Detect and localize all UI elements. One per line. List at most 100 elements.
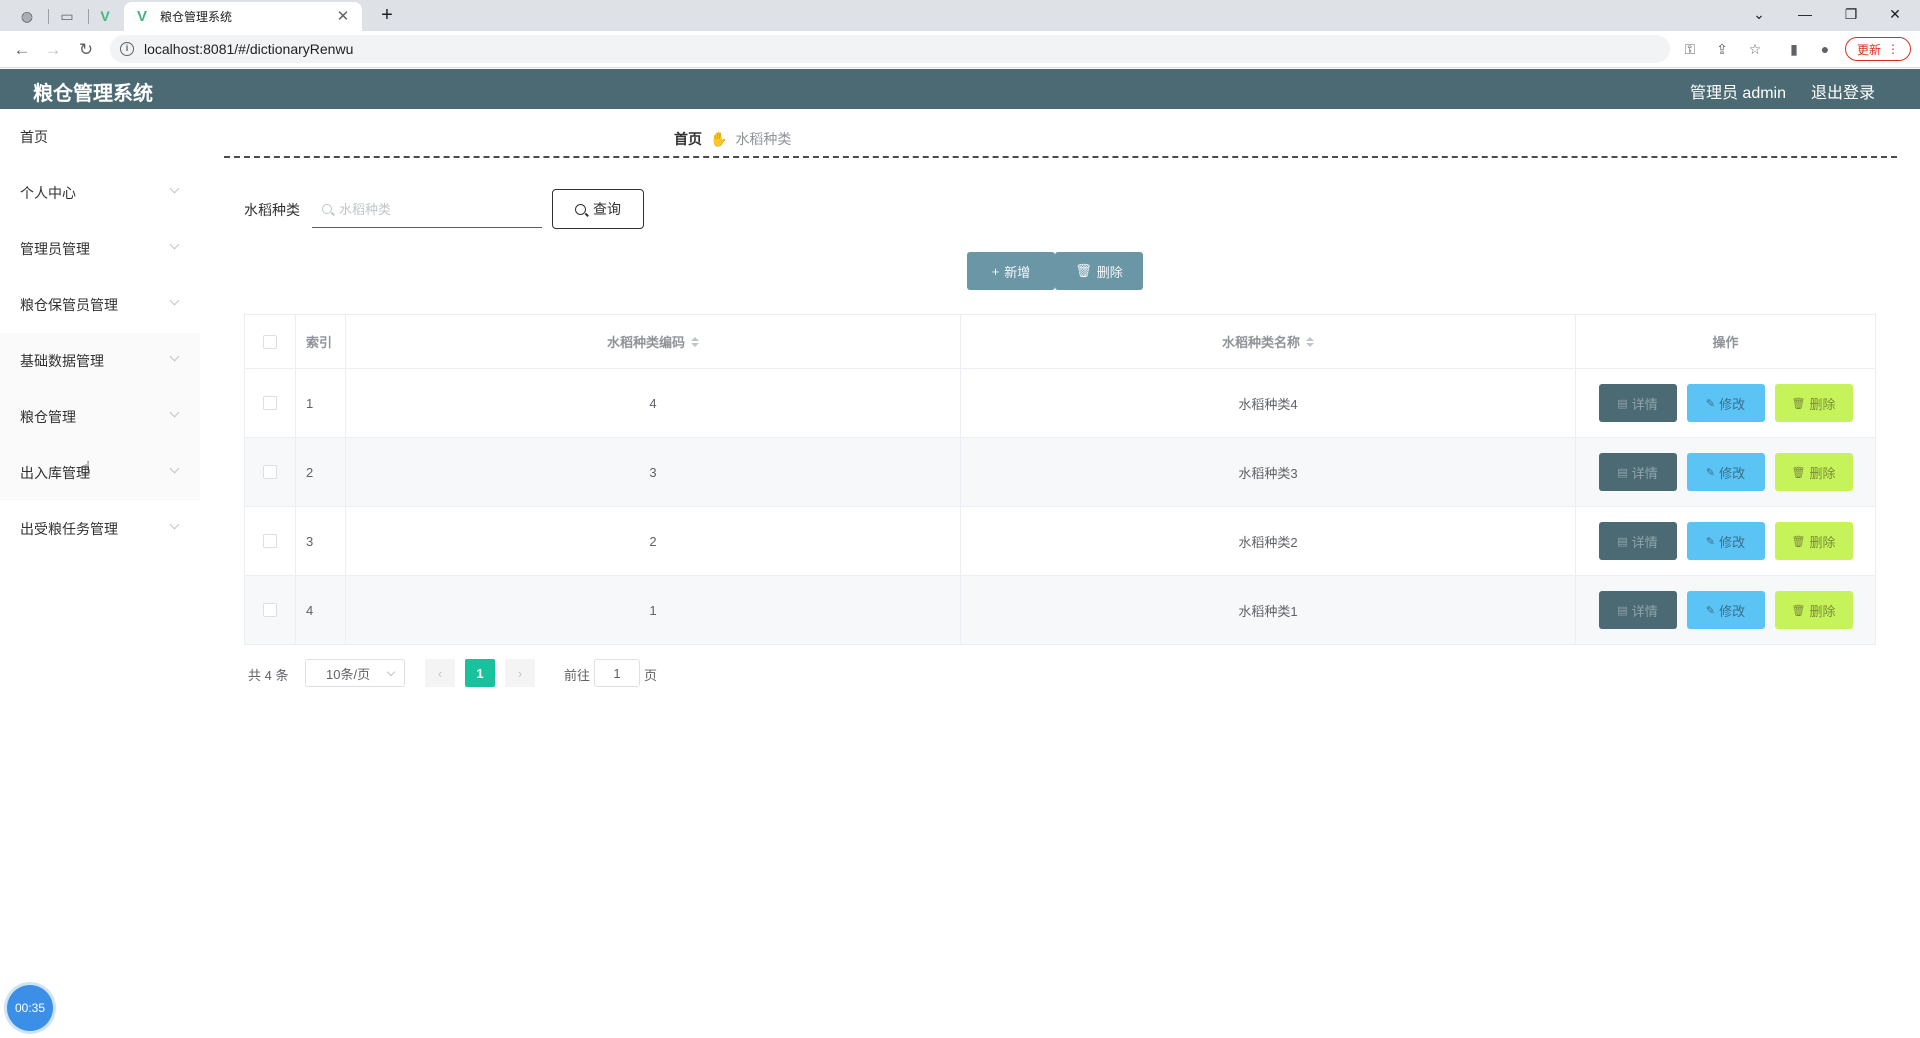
delete-button[interactable]: 🗑 删除 [1774, 522, 1853, 560]
delete-button[interactable]: 🗑 删除 [1774, 384, 1853, 422]
goto-page-input[interactable]: 1 [594, 659, 640, 687]
restore-button[interactable]: ❐ [1828, 0, 1874, 28]
more-vert-icon: ⋮ [1887, 42, 1899, 56]
admin-label: 管理员 admin [1689, 85, 1786, 102]
sidebar-item-home[interactable]: 首页 [0, 109, 200, 165]
edit-label: 修改 [1719, 465, 1746, 481]
delete-button[interactable]: 🗑 删除 [1774, 591, 1853, 629]
sort-icon[interactable] [1306, 336, 1314, 347]
key-icon[interactable]: ⚿ [1680, 39, 1700, 59]
row-ops: ▤ 详情 ✎ 修改 🗑 删除 [1576, 576, 1875, 644]
sidebar-item-personal-center[interactable]: 个人中心 [0, 165, 200, 221]
address-bar[interactable]: i localhost:8081/#/dictionaryRenwu [110, 35, 1670, 63]
timer-badge[interactable]: 00:35 [7, 985, 53, 1031]
active-tab[interactable]: V 粮仓管理系统 ✕ [124, 2, 362, 31]
add-button[interactable]: + 新增 [967, 252, 1055, 290]
page-number-current[interactable]: 1 [465, 659, 495, 687]
back-arrow-icon[interactable]: ← [8, 36, 36, 64]
edit-button[interactable]: ✎ 修改 [1686, 591, 1765, 629]
detail-label: 详情 [1631, 396, 1658, 412]
row-checkbox[interactable] [263, 396, 277, 410]
detail-button[interactable]: ▤ 详情 [1598, 453, 1677, 491]
logout-link[interactable]: 退出登录 [1811, 79, 1875, 103]
sidebar-item-label: 基础数据管理 [20, 353, 104, 369]
breadcrumb: 首页 ✋ 水稻种类 [674, 129, 791, 149]
delete-label: 删除 [1096, 264, 1123, 280]
header-index: 索引 [296, 315, 346, 368]
delete-label: 删除 [1809, 396, 1836, 412]
query-button[interactable]: 查询 [552, 189, 644, 229]
breadcrumb-home[interactable]: 首页 [674, 129, 702, 149]
star-icon[interactable]: ☆ [1745, 39, 1765, 59]
data-table: 索引 水稻种类编码 水稻种类名称 操作 1 4 水稻种类4 ▤ 详情 ✎ 修改 🗑 删… [244, 314, 1876, 645]
row-check-cell [245, 369, 296, 437]
minimize-button[interactable]: — [1782, 0, 1828, 28]
globe-icon[interactable]: ◍ [14, 4, 40, 28]
edit-label: 修改 [1719, 534, 1746, 550]
search-input[interactable]: 水稻种类 [312, 190, 542, 228]
page-size-value: 10条/页 [326, 666, 371, 682]
app-header: 粮仓管理系统 管理员 admin 退出登录 [0, 69, 1920, 109]
app-title: 粮仓管理系统 [33, 83, 153, 105]
share-icon[interactable]: ⇪ [1712, 39, 1732, 59]
search-placeholder: 水稻种类 [339, 202, 392, 217]
close-icon[interactable]: ✕ [334, 8, 352, 26]
prev-page-button[interactable]: ‹ [425, 659, 455, 687]
pencil-icon: ✎ [1705, 535, 1716, 548]
header-code[interactable]: 水稻种类编码 [346, 315, 961, 368]
info-icon[interactable]: i [120, 42, 134, 56]
forward-arrow-icon[interactable]: → [39, 36, 67, 64]
update-button[interactable]: 更新 ⋮ [1845, 37, 1911, 61]
header-ops: 操作 [1712, 335, 1739, 350]
row-checkbox[interactable] [263, 534, 277, 548]
side-panel-icon[interactable]: ▮ [1784, 39, 1804, 59]
divider [224, 156, 1897, 158]
browser-toolbar: ← → ↻ i localhost:8081/#/dictionaryRenwu… [0, 31, 1920, 68]
header-name[interactable]: 水稻种类名称 [961, 315, 1576, 368]
row-name: 水稻种类4 [961, 369, 1576, 437]
row-checkbox[interactable] [263, 465, 277, 479]
page-size-select[interactable]: 10条/页 [305, 659, 405, 687]
row-checkbox[interactable] [263, 603, 277, 617]
sidebar-item-inout-management[interactable]: 出入库管理 [0, 445, 200, 501]
header-check-cell [245, 315, 296, 368]
hand-cursor-icon: ☝ [80, 458, 91, 478]
new-tab-button[interactable]: + [374, 4, 400, 28]
sort-icon[interactable] [691, 336, 699, 347]
edit-button[interactable]: ✎ 修改 [1686, 522, 1765, 560]
select-all-checkbox[interactable] [263, 334, 277, 349]
next-page-button[interactable]: › [505, 659, 535, 687]
profile-avatar-icon[interactable]: ● [1815, 39, 1835, 59]
detail-button[interactable]: ▤ 详情 [1598, 522, 1677, 560]
vue-logo-icon[interactable]: V [92, 4, 118, 28]
detail-label: 详情 [1631, 603, 1658, 619]
delete-button[interactable]: 🗑 删除 [1774, 453, 1853, 491]
batch-delete-button[interactable]: 🗑 删除 [1055, 252, 1143, 290]
detail-button[interactable]: ▤ 详情 [1598, 591, 1677, 629]
update-label: 更新 [1856, 42, 1881, 57]
detail-label: 详情 [1631, 534, 1658, 550]
search-icon [575, 203, 586, 215]
chevron-down-icon [169, 239, 180, 250]
edit-button[interactable]: ✎ 修改 [1686, 453, 1765, 491]
row-name: 水稻种类2 [961, 507, 1576, 575]
row-check-cell [245, 576, 296, 644]
sidebar-item-keeper-management[interactable]: 粮仓保管员管理 [0, 277, 200, 333]
sidebar-item-label: 粮仓保管员管理 [20, 297, 118, 313]
goto-label: 前往 [564, 668, 591, 683]
sidebar-item-admin-management[interactable]: 管理员管理 [0, 221, 200, 277]
sidebar-item-basic-data[interactable]: 基础数据管理 [0, 333, 200, 389]
reload-icon[interactable]: ↻ [72, 36, 100, 64]
edit-button[interactable]: ✎ 修改 [1686, 384, 1765, 422]
query-label: 查询 [593, 201, 621, 217]
url-text: localhost:8081/#/dictionaryRenwu [144, 41, 354, 57]
chevron-down-icon [169, 183, 180, 194]
sidebar-item-granary-management[interactable]: 粮仓管理 [0, 389, 200, 445]
chevron-down-icon[interactable]: ⌄ [1736, 0, 1782, 28]
blank-page-icon[interactable]: ▭ [54, 4, 80, 28]
sidebar-item-task-management[interactable]: 出受粮任务管理 [0, 501, 200, 557]
detail-button[interactable]: ▤ 详情 [1598, 384, 1677, 422]
row-name: 水稻种类1 [961, 576, 1576, 644]
window-close-button[interactable]: ✕ [1872, 0, 1918, 28]
chevron-down-icon [386, 667, 396, 677]
